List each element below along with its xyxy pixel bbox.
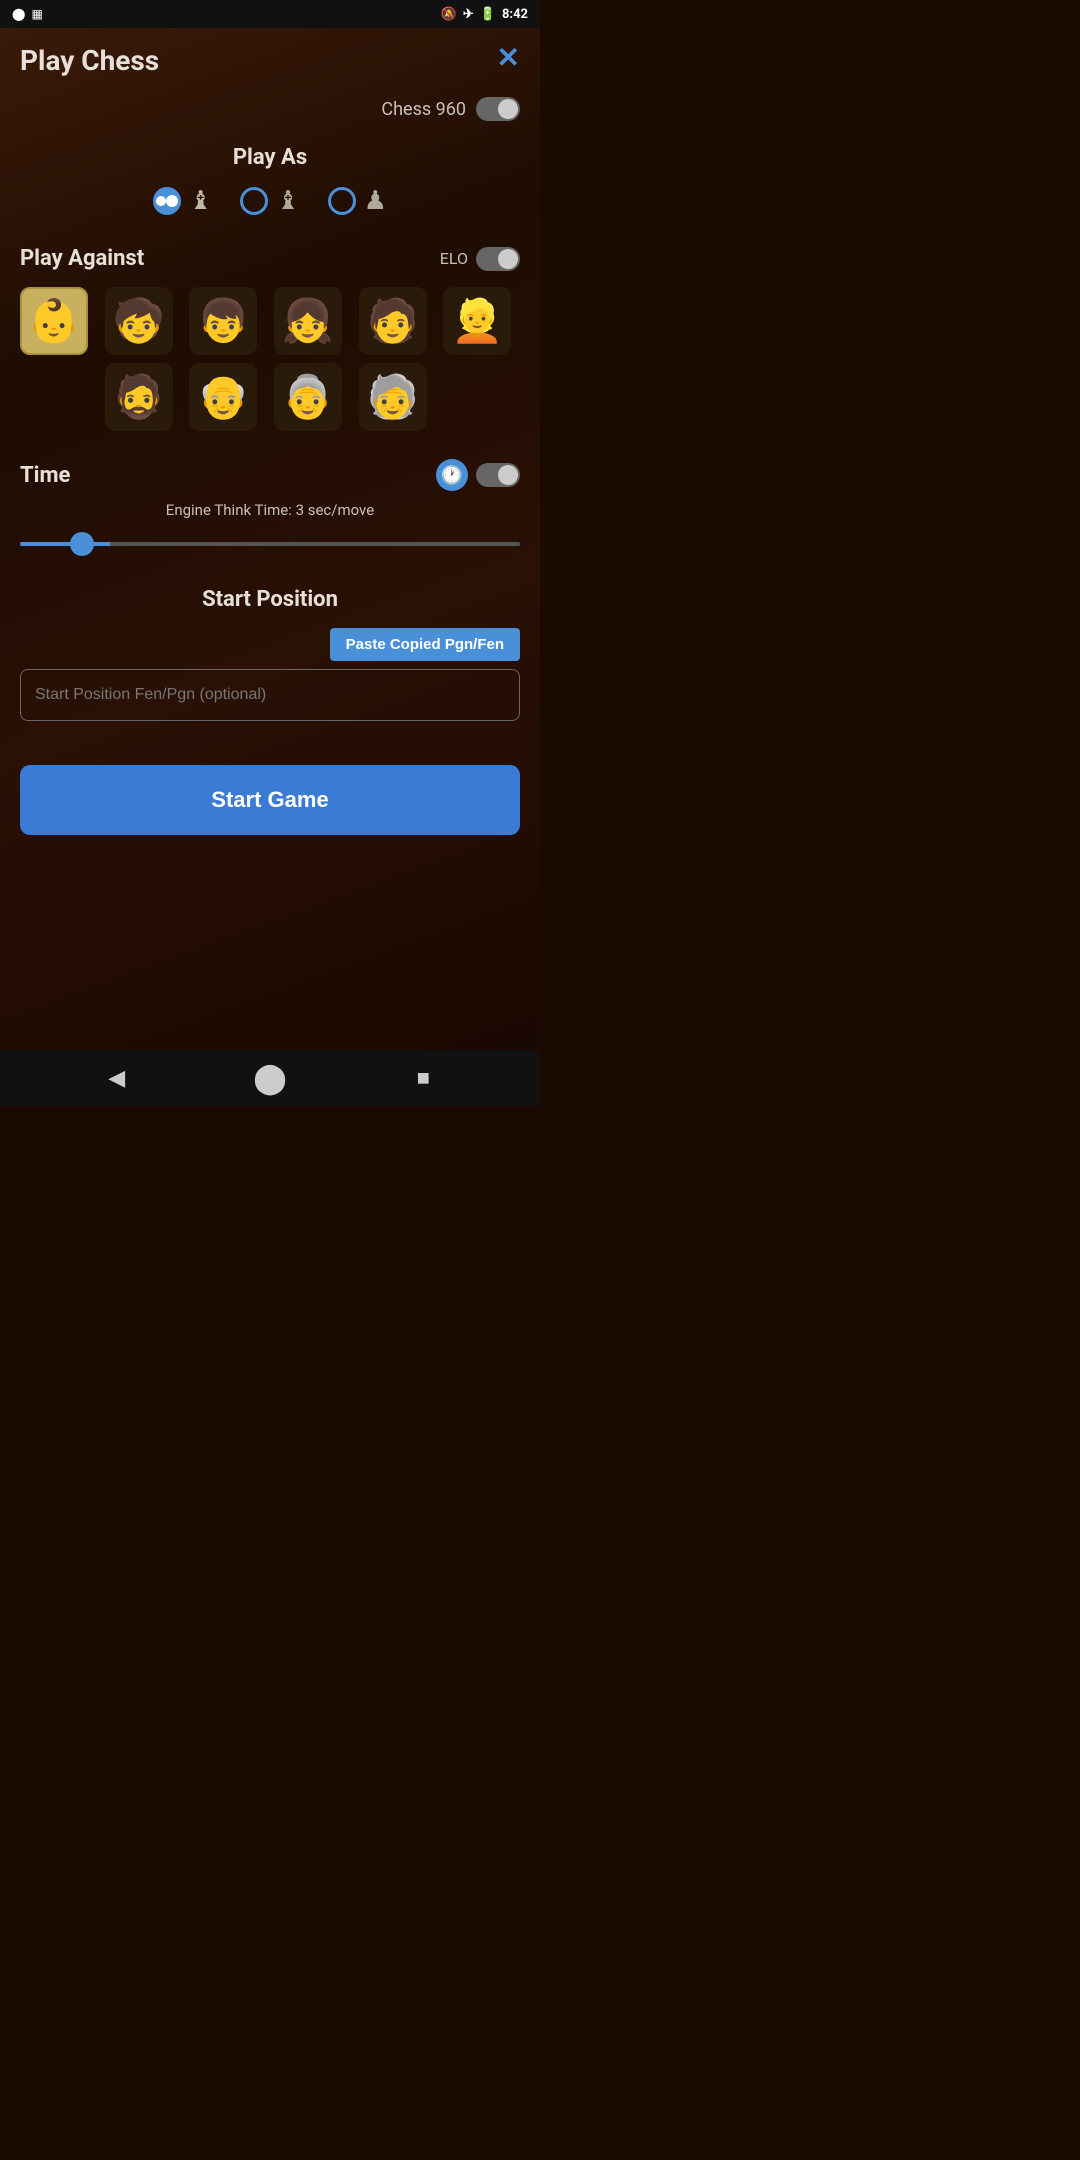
- time-toggle-knob: [498, 465, 518, 485]
- status-bar: ⬤ ▦ 🔕 ✈ 🔋 8:42: [0, 0, 540, 28]
- battery-icon: 🔋: [480, 7, 496, 22]
- avatar-9[interactable]: 🧓: [359, 363, 427, 431]
- main-content: Play Chess ✕ Chess 960 Play As ♝ ♝ ♟: [0, 28, 540, 1050]
- elo-label: ELO: [440, 249, 468, 268]
- airplane-icon: ✈: [463, 7, 474, 22]
- nav-bar: ◀ ⬤ ■: [0, 1050, 540, 1106]
- header-row: Play Chess ✕: [20, 44, 520, 77]
- recents-button[interactable]: ■: [401, 1056, 445, 1100]
- start-game-button[interactable]: Start Game: [20, 765, 520, 835]
- black-piece-icon: ♝: [276, 186, 299, 216]
- time-toggle[interactable]: [476, 463, 520, 487]
- slider-container: [20, 529, 520, 559]
- paste-button[interactable]: Paste Copied Pgn/Fen: [330, 628, 520, 661]
- play-against-title: Play Against: [20, 246, 144, 271]
- avatars-row2-grid: 🧔 👴 👵 🧓: [20, 363, 520, 431]
- clock-icon: 🕐: [436, 459, 468, 491]
- chess960-label: Chess 960: [381, 99, 466, 120]
- status-right-icons: 🔕 ✈ 🔋 8:42: [441, 7, 528, 22]
- home-button[interactable]: ⬤: [248, 1056, 292, 1100]
- white-piece-icon: ♝: [189, 186, 212, 216]
- avatar-5[interactable]: 👱: [443, 287, 511, 355]
- notification-off-icon: 🔕: [441, 7, 457, 22]
- play-as-options: ♝ ♝ ♟: [20, 186, 520, 216]
- avatar-8[interactable]: 👵: [274, 363, 342, 431]
- status-left-icons: ⬤ ▦: [12, 7, 43, 21]
- avatar-2[interactable]: 👦: [189, 287, 257, 355]
- time-display: 8:42: [502, 7, 528, 22]
- radio-black[interactable]: [240, 187, 268, 215]
- chess960-toggle[interactable]: [476, 97, 520, 121]
- avatar-1[interactable]: 🧒: [105, 287, 173, 355]
- play-as-random[interactable]: ♟: [328, 186, 387, 216]
- close-button[interactable]: ✕: [497, 44, 520, 72]
- back-button[interactable]: ◀: [95, 1056, 139, 1100]
- avatar-4[interactable]: 🧑: [359, 287, 427, 355]
- time-title: Time: [20, 463, 70, 488]
- start-position-section: Start Position Paste Copied Pgn/Fen: [20, 587, 520, 721]
- page-title: Play Chess: [20, 44, 159, 77]
- fen-input[interactable]: [20, 669, 520, 721]
- avatar-spacer: [20, 363, 88, 431]
- play-as-title: Play As: [20, 145, 520, 170]
- toggle-knob: [498, 99, 518, 119]
- play-as-section: Play As ♝ ♝ ♟: [20, 145, 520, 216]
- engine-think-label: Engine Think Time: 3 sec/move: [20, 501, 520, 519]
- elo-toggle-knob: [498, 249, 518, 269]
- avatar-3[interactable]: 👧: [274, 287, 342, 355]
- elo-toggle[interactable]: [476, 247, 520, 271]
- think-time-slider[interactable]: [20, 542, 520, 546]
- start-position-title: Start Position: [20, 587, 520, 612]
- play-against-header: Play Against ELO: [20, 246, 520, 271]
- time-header: Time 🕐: [20, 459, 520, 491]
- play-as-black[interactable]: ♝: [240, 186, 299, 216]
- sim-icon: ▦: [31, 7, 42, 21]
- avatar-0[interactable]: 👶: [20, 287, 88, 355]
- radio-random[interactable]: [328, 187, 356, 215]
- circle-icon: ⬤: [12, 7, 25, 21]
- play-as-white[interactable]: ♝: [153, 186, 212, 216]
- elo-row: ELO: [440, 247, 520, 271]
- spacer: [20, 745, 520, 765]
- radio-white[interactable]: [153, 187, 181, 215]
- play-against-section: Play Against ELO 👶 🧒 👦 👧 🧑 👱 🧔 👴 👵 🧓: [20, 246, 520, 431]
- random-piece-icon: ♟: [364, 186, 387, 216]
- avatar-6[interactable]: 🧔: [105, 363, 173, 431]
- time-section: Time 🕐 Engine Think Time: 3 sec/move: [20, 459, 520, 559]
- chess960-row: Chess 960: [20, 97, 520, 121]
- radio-white-dot: [156, 196, 166, 206]
- avatars-row1: 👶 🧒 👦 👧 🧑 👱: [20, 287, 520, 355]
- time-right: 🕐: [436, 459, 520, 491]
- avatar-7[interactable]: 👴: [189, 363, 257, 431]
